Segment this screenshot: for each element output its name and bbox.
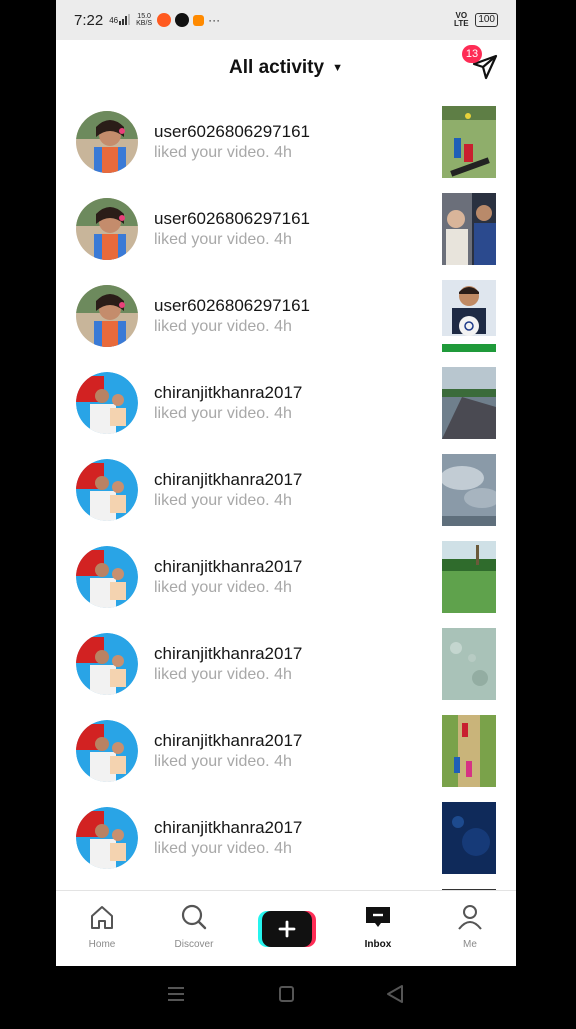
tab-home[interactable]: Home — [66, 891, 138, 966]
search-icon — [181, 904, 207, 930]
activity-item[interactable]: chiranjitkhanra2017 liked your video. 4h — [56, 357, 516, 444]
back-icon[interactable] — [387, 985, 403, 1003]
activity-username[interactable]: chiranjitkhanra2017 — [154, 818, 302, 838]
tab-label: Me — [463, 939, 477, 950]
tab-me[interactable]: Me — [434, 891, 506, 966]
create-video-button[interactable] — [258, 911, 316, 947]
notification-app-icon — [157, 13, 172, 27]
activity-username[interactable]: user6026806297161 — [154, 122, 310, 142]
status-time: 7:22 — [74, 11, 104, 29]
activity-username[interactable]: user6026806297161 — [154, 296, 310, 316]
tab-inbox[interactable]: Inbox — [342, 891, 414, 966]
messages-count-badge: 13 — [462, 45, 482, 63]
activity-header: All activity ▼ — [56, 40, 516, 96]
activity-item[interactable]: chiranjitkhanra2017 liked your video. 4h — [56, 531, 516, 618]
video-thumbnail[interactable] — [442, 367, 496, 439]
video-thumbnail[interactable] — [442, 628, 496, 700]
user-avatar[interactable] — [76, 459, 138, 521]
activity-description: liked your video. 4h — [154, 144, 292, 161]
tab-label: Discover — [174, 939, 214, 950]
user-avatar[interactable] — [76, 633, 138, 695]
activity-username[interactable]: user6026806297161 — [154, 209, 310, 229]
profile-icon — [458, 905, 482, 930]
activity-description: liked your video. 4h — [154, 579, 292, 596]
user-avatar[interactable] — [76, 111, 138, 173]
activity-description: liked your video. 4h — [154, 666, 292, 683]
activity-description: liked your video. 4h — [154, 840, 292, 857]
video-thumbnail[interactable] — [442, 802, 496, 874]
home-nav-icon[interactable] — [279, 986, 294, 1002]
activity-item[interactable]: user6026806297161 liked your video. 4h — [56, 183, 516, 270]
battery-level: 100 — [475, 13, 498, 27]
user-avatar[interactable] — [76, 285, 138, 347]
activity-username[interactable]: chiranjitkhanra2017 — [154, 383, 302, 403]
tiktok-notification-icon — [175, 13, 190, 27]
activity-item[interactable]: user6026806297161 liked your video. 4h — [56, 96, 516, 183]
activity-item[interactable]: chiranjitkhanra2017 liked your video. 4h — [56, 444, 516, 531]
more-notifications-icon: ··· — [208, 13, 221, 27]
tab-label: Home — [88, 939, 116, 950]
video-thumbnail[interactable] — [442, 454, 496, 526]
video-thumbnail[interactable] — [442, 280, 496, 352]
activity-filter-title[interactable]: All activity — [229, 57, 324, 79]
home-icon — [91, 906, 113, 929]
app-screen: 7:22 46 15.0 KB/S ··· VO LTE 100 All act… — [56, 0, 516, 966]
tab-discover[interactable]: Discover — [158, 891, 230, 966]
activity-list: user6026806297161 liked your video. 4h u… — [56, 96, 516, 890]
activity-item-partial — [56, 879, 516, 890]
activity-item[interactable]: chiranjitkhanra2017 liked your video. 4h — [56, 705, 516, 792]
activity-item[interactable]: chiranjitkhanra2017 liked your video. 4h — [56, 618, 516, 705]
user-avatar[interactable] — [76, 372, 138, 434]
video-thumbnail[interactable] — [442, 106, 496, 178]
signal-bars-icon — [119, 12, 131, 28]
network-speed: 15.0 KB/S — [136, 13, 153, 27]
volte-indicator: VO LTE — [454, 11, 469, 28]
video-thumbnail[interactable] — [442, 193, 496, 265]
user-avatar[interactable] — [76, 720, 138, 782]
activity-description: liked your video. 4h — [154, 318, 292, 335]
activity-description: liked your video. 4h — [154, 405, 292, 422]
system-navigation-bar — [0, 966, 576, 1024]
activity-username[interactable]: chiranjitkhanra2017 — [154, 644, 302, 664]
recents-menu-icon[interactable] — [168, 987, 184, 1001]
activity-username[interactable]: chiranjitkhanra2017 — [154, 557, 302, 577]
inbox-icon — [366, 907, 390, 927]
activity-description: liked your video. 4h — [154, 753, 292, 770]
caret-down-icon[interactable]: ▼ — [332, 62, 343, 74]
activity-username[interactable]: chiranjitkhanra2017 — [154, 470, 302, 490]
tab-label: Inbox — [364, 939, 392, 950]
video-thumbnail[interactable] — [442, 541, 496, 613]
signal-strength: 46 — [109, 15, 119, 25]
activity-item[interactable]: chiranjitkhanra2017 liked your video. 4h — [56, 792, 516, 879]
plus-icon — [258, 911, 316, 947]
activity-item[interactable]: user6026806297161 liked your video. 4h — [56, 270, 516, 357]
activity-description: liked your video. 4h — [154, 492, 292, 509]
status-bar: 7:22 46 15.0 KB/S ··· VO LTE 100 — [56, 0, 516, 40]
activity-username[interactable]: chiranjitkhanra2017 — [154, 731, 302, 751]
activity-description: liked your video. 4h — [154, 231, 292, 248]
user-avatar[interactable] — [76, 807, 138, 869]
user-avatar[interactable] — [76, 198, 138, 260]
bottom-tab-bar: Home Discover Inbox Me — [56, 890, 516, 966]
video-thumbnail[interactable] — [442, 715, 496, 787]
user-avatar[interactable] — [76, 546, 138, 608]
alert-notification-icon — [193, 14, 205, 26]
